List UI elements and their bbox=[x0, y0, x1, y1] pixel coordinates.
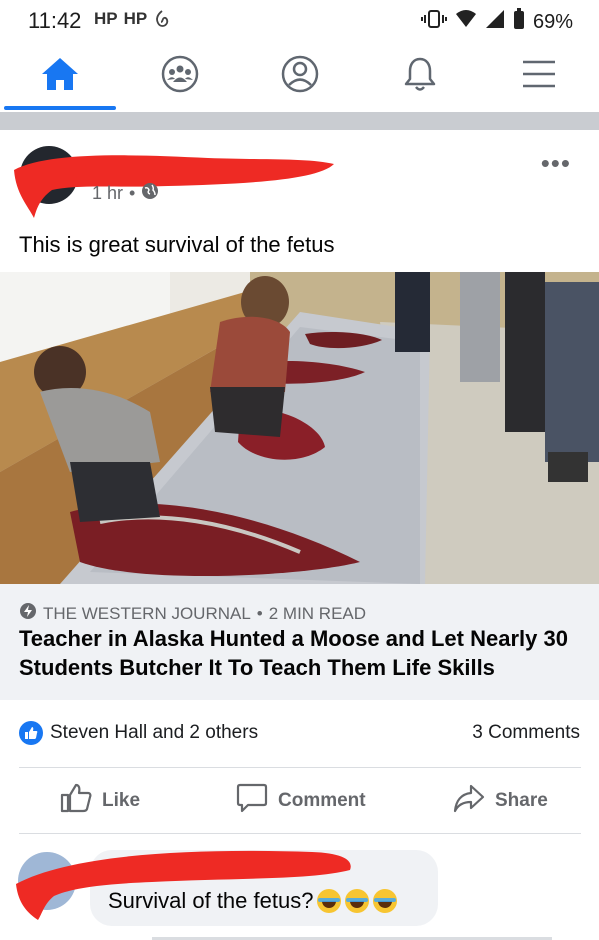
feed-separator bbox=[0, 112, 599, 130]
post-text: This is great survival of the fetus bbox=[19, 232, 335, 257]
vibrate-icon bbox=[420, 9, 447, 35]
comment-button[interactable]: Comment bbox=[236, 770, 366, 832]
nav-home-tab[interactable] bbox=[0, 40, 120, 112]
comments-count[interactable]: 3 Comments bbox=[472, 722, 580, 744]
comment-bubble-icon bbox=[236, 783, 268, 819]
menu-icon bbox=[521, 59, 557, 94]
link-title: Teacher in Alaska Hunted a Moose and Let… bbox=[19, 626, 568, 680]
comment-text-row: Survival of the fetus? bbox=[108, 888, 398, 914]
laughing-crying-emoji-icon bbox=[373, 889, 398, 913]
thumbs-up-icon bbox=[60, 783, 92, 819]
post-actions: Like Comment Share bbox=[0, 770, 599, 832]
groups-icon bbox=[160, 54, 200, 99]
nav-menu-tab[interactable] bbox=[479, 40, 599, 112]
reactions-summary[interactable]: Steven Hall and 2 others bbox=[50, 722, 258, 744]
status-time: 11:42 bbox=[28, 8, 82, 33]
share-label: Share bbox=[495, 790, 548, 811]
top-navigation bbox=[0, 40, 599, 112]
link-source: THE WESTERN JOURNAL • 2 MIN READ bbox=[19, 602, 366, 625]
wifi-icon bbox=[455, 9, 477, 35]
like-button[interactable]: Like bbox=[60, 770, 140, 832]
post-header: 1 hr • ••• bbox=[0, 130, 599, 222]
western-journal-logo-icon bbox=[19, 602, 37, 625]
link-read-time: 2 MIN READ bbox=[268, 603, 367, 623]
commenter-avatar[interactable] bbox=[18, 852, 76, 910]
battery-icon bbox=[513, 8, 525, 36]
status-notification-icons: HP HP bbox=[94, 9, 171, 34]
profile-icon bbox=[280, 54, 320, 99]
nav-groups-tab[interactable] bbox=[120, 40, 240, 112]
comment-label: Comment bbox=[278, 790, 366, 811]
share-arrow-icon bbox=[453, 783, 485, 819]
like-reaction-icon[interactable] bbox=[19, 721, 43, 745]
signal-icon bbox=[485, 9, 505, 35]
home-icon bbox=[40, 56, 80, 97]
post-time: 1 hr bbox=[92, 183, 124, 203]
laughing-crying-emoji-icon bbox=[345, 889, 370, 913]
divider bbox=[19, 833, 581, 834]
globe-icon bbox=[141, 182, 159, 205]
hp-notification-icon: HP bbox=[94, 9, 118, 28]
author-avatar[interactable] bbox=[20, 146, 78, 204]
bell-icon bbox=[402, 55, 438, 98]
link-source-name: THE WESTERN JOURNAL bbox=[43, 603, 251, 623]
more-options-button[interactable]: ••• bbox=[541, 148, 571, 179]
comment-item: Survival of the fetus? bbox=[0, 842, 599, 940]
post-timestamp[interactable]: 1 hr • bbox=[92, 182, 159, 205]
status-system-icons: 69% bbox=[420, 8, 573, 36]
time-separator: • bbox=[129, 183, 136, 203]
news-app-icon bbox=[153, 9, 171, 34]
comment-text: Survival of the fetus? bbox=[108, 888, 314, 913]
hp-notification-icon: HP bbox=[123, 9, 148, 28]
nav-notifications-tab[interactable] bbox=[360, 40, 480, 112]
active-tab-indicator bbox=[4, 106, 116, 110]
classroom-photo bbox=[0, 272, 599, 584]
link-preview-image[interactable] bbox=[0, 272, 599, 584]
laughing-crying-emoji-icon bbox=[317, 889, 342, 913]
like-label: Like bbox=[102, 790, 141, 811]
status-bar: 11:42 HP HP 69% bbox=[0, 0, 599, 40]
nav-profile-tab[interactable] bbox=[240, 40, 360, 112]
battery-percent: 69% bbox=[532, 10, 573, 33]
reactions-bar: Steven Hall and 2 others 3 Comments bbox=[0, 714, 599, 754]
share-button[interactable]: Share bbox=[453, 770, 548, 832]
link-preview-card[interactable]: THE WESTERN JOURNAL • 2 MIN READ Teacher… bbox=[0, 584, 599, 700]
source-separator: • bbox=[256, 603, 263, 623]
divider bbox=[19, 767, 581, 768]
